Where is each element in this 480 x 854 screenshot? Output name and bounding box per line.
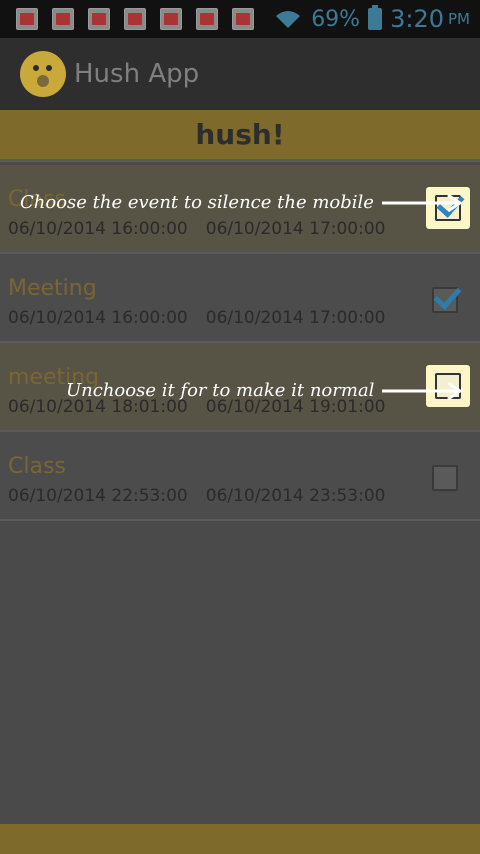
clock-time: 3:20: [390, 5, 444, 33]
notification-icon: [124, 8, 146, 30]
event-end: 06/10/2014 23:53:00: [205, 486, 386, 506]
status-right: 69% 3:20 PM: [273, 5, 470, 33]
notification-icon: [16, 8, 38, 30]
wifi-icon: [276, 11, 301, 28]
bottom-banner: [0, 824, 480, 854]
event-start: 06/10/2014 16:00:00: [8, 308, 188, 328]
hint-choose: Choose the event to silence the mobile: [20, 192, 466, 213]
event-times: 06/10/2014 22:53:00 06/10/2014 23:53:00: [8, 486, 386, 506]
event-checkbox[interactable]: [432, 465, 458, 491]
notification-icon: [52, 8, 74, 30]
event-times: 06/10/2014 16:00:00 06/10/2014 17:00:00: [8, 219, 386, 239]
battery-icon: [368, 5, 383, 30]
event-start: 06/10/2014 16:00:00: [8, 219, 188, 239]
hint-unchoose-text: Unchoose it for to make it normal: [66, 380, 375, 401]
arrow-right-icon: [382, 381, 464, 400]
event-times: 06/10/2014 16:00:00 06/10/2014 17:00:00: [8, 308, 386, 328]
event-name: Class: [8, 454, 66, 479]
status-bar: 69% 3:20 PM: [0, 0, 480, 38]
event-start: 06/10/2014 22:53:00: [8, 486, 188, 506]
arrow-right-icon: [381, 193, 463, 212]
app-title: Hush App: [74, 59, 200, 89]
app-logo-icon[interactable]: [20, 51, 66, 97]
event-list: Class 06/10/2014 16:00:00 06/10/2014 17:…: [0, 165, 480, 521]
brand-logo-text: hush!: [195, 118, 285, 151]
notification-icon: [88, 8, 110, 30]
notification-icon: [160, 8, 182, 30]
event-checkbox[interactable]: [432, 287, 458, 313]
notification-icon: [196, 8, 218, 30]
event-end: 06/10/2014 17:00:00: [205, 308, 386, 328]
event-row[interactable]: Meeting 06/10/2014 16:00:00 06/10/2014 1…: [0, 254, 480, 343]
action-bar: Hush App: [0, 38, 480, 110]
clock-ampm: PM: [448, 10, 470, 28]
hint-choose-text: Choose the event to silence the mobile: [20, 192, 374, 213]
notification-icon: [232, 8, 254, 30]
event-row[interactable]: Class 06/10/2014 22:53:00 06/10/2014 23:…: [0, 432, 480, 521]
brand-banner: hush!: [0, 110, 480, 162]
hint-unchoose: Unchoose it for to make it normal: [66, 380, 466, 401]
battery-percent: 69%: [311, 6, 361, 32]
event-name: Meeting: [8, 276, 97, 301]
event-end: 06/10/2014 17:00:00: [205, 219, 386, 239]
